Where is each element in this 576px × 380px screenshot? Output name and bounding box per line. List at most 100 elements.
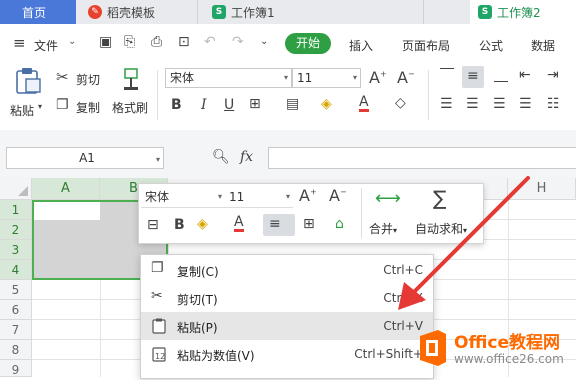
mini-toolbar: 宋体 ▾ 11 ▾ A+ A− ⊟ B ◈ A ≡ ⊞ ⌂ ⟷ 合并▾ ∑ 自动… (138, 183, 484, 244)
row-header-5[interactable]: 5 (0, 280, 32, 300)
row-header-3[interactable]: 3 (0, 240, 32, 260)
tab-docer[interactable]: ✎ 稻壳模板 (80, 0, 198, 24)
context-menu-cut[interactable]: ✂ 剪切(T) Ctrl+X (141, 284, 433, 312)
copy-icon[interactable]: ❐ (56, 97, 69, 113)
tab-start[interactable]: 开始 (285, 33, 331, 54)
align-right-icon[interactable]: ☰ (493, 96, 506, 112)
chevron-down-icon: ▾ (463, 226, 468, 235)
chevron-down-icon[interactable]: ⌄ (68, 36, 76, 47)
tab-workbook1[interactable]: S 工作簿1 (204, 0, 424, 24)
context-menu-copy[interactable]: ❐ 复制(C) Ctrl+C (141, 256, 433, 284)
file-menu[interactable]: 文件 (34, 37, 58, 54)
copy-button[interactable]: 复制 (76, 99, 100, 116)
tab-home[interactable]: 首页 (0, 0, 76, 24)
zoom-icon[interactable]: 🔍︎ (212, 149, 230, 165)
tab-formula[interactable]: 公式 (479, 37, 503, 54)
column-header-a[interactable]: A (32, 178, 100, 200)
cell-style-icon[interactable]: ▤ (286, 96, 299, 112)
mini-borders-icon[interactable]: ⊞ (303, 216, 315, 232)
mini-font-color-button[interactable]: A (234, 215, 244, 232)
row-header-7[interactable]: 7 (0, 320, 32, 340)
font-color-button[interactable]: A (359, 95, 369, 112)
mini-font-color-letter: A (234, 214, 244, 230)
watermark: Office教程网 www.office26.com (414, 322, 576, 377)
underline-button[interactable]: U (224, 97, 234, 113)
formula-input[interactable] (268, 147, 576, 169)
align-center-icon[interactable]: ☰ (466, 96, 479, 112)
paste-button[interactable]: 粘贴 ▾ (8, 66, 46, 124)
cell-format-icon[interactable]: ⊟ (147, 217, 159, 233)
font-size-value: 11 (297, 71, 313, 85)
hamburger-menu-icon[interactable]: ≡ (13, 34, 26, 52)
indent-decrease-icon[interactable]: ⇤ (519, 67, 531, 83)
borders-icon[interactable]: ⊞ (249, 96, 261, 112)
mini-font-name-select[interactable]: 宋体 ▾ (141, 188, 225, 208)
context-menu-label: 粘贴(P) (177, 321, 218, 335)
print-icon[interactable]: ⎙ (151, 34, 162, 50)
spreadsheet-icon: S (478, 5, 492, 19)
print-preview-icon[interactable]: ⊡ (178, 34, 190, 50)
eraser-icon[interactable]: ◇ (395, 95, 406, 111)
distribute-icon[interactable]: ☷ (547, 96, 560, 112)
font-name-select[interactable]: 宋体 ▾ (165, 68, 292, 88)
align-bottom-icon[interactable]: ⎽ (494, 67, 508, 83)
autosum-button[interactable]: 自动求和▾ (415, 220, 467, 237)
increase-font-icon[interactable]: A+ (369, 68, 387, 87)
row-header-8[interactable]: 8 (0, 340, 32, 360)
decrease-font-icon[interactable]: A− (397, 68, 415, 87)
scissors-icon[interactable]: ✂ (56, 68, 69, 86)
mini-align-button[interactable]: ≡ (263, 214, 295, 236)
row-header-6[interactable]: 6 (0, 300, 32, 320)
autosum-icon[interactable]: ∑ (433, 186, 446, 210)
format-painter-button[interactable]: 格式刷 (112, 99, 148, 116)
merge-button[interactable]: 合并▾ (369, 220, 397, 237)
justify-icon[interactable]: ☰ (519, 96, 532, 112)
tab-workbook2-label: 工作簿2 (497, 5, 541, 20)
row-header-4[interactable]: 4 (0, 260, 32, 280)
docer-icon: ✎ (88, 5, 102, 19)
context-menu-paste[interactable]: 粘贴(P) Ctrl+V (141, 312, 433, 340)
row-header-1[interactable]: 1 (0, 200, 32, 220)
name-box[interactable]: A1 ▾ (6, 147, 164, 169)
mini-fill-color-icon[interactable]: ◈ (197, 216, 208, 232)
row-header-9[interactable]: 9 (0, 360, 32, 377)
bold-button[interactable]: B (171, 97, 182, 113)
fill-color-icon[interactable]: ◈ (321, 96, 332, 112)
merge-cells-icon[interactable]: ⟷ (375, 188, 401, 209)
undo-icon[interactable]: ↶ (204, 34, 216, 50)
save-icon[interactable]: ▣ (99, 34, 112, 50)
row-label: 3 (11, 243, 20, 257)
export-icon[interactable]: ⎘ (124, 34, 135, 50)
align-left-icon[interactable]: ☰ (440, 96, 453, 112)
tab-bar: 首页 ✎ 稻壳模板 S 工作簿1 S 工作簿2 (0, 0, 576, 25)
align-middle-button[interactable]: ≡ (462, 66, 484, 88)
font-size-select[interactable]: 11 ▾ (292, 68, 361, 88)
increase-font-icon[interactable]: A+ (299, 186, 317, 205)
context-menu-paste-values[interactable]: 12 粘贴为数值(V) Ctrl+Shift+ (141, 340, 433, 368)
redo-icon[interactable]: ↷ (232, 34, 244, 50)
indent-increase-icon[interactable]: ⇥ (547, 67, 559, 83)
format-painter-icon[interactable] (119, 67, 143, 91)
column-h-label: H (536, 181, 547, 196)
tab-workbook2[interactable]: S 工作簿2 (470, 0, 576, 24)
fx-button[interactable]: fx (240, 149, 253, 165)
tab-data[interactable]: 数据 (531, 37, 555, 54)
active-cell-a1[interactable] (34, 202, 100, 220)
mini-format-painter-icon[interactable]: ⌂ (335, 216, 344, 232)
mini-bold-button[interactable]: B (174, 217, 185, 233)
cut-button[interactable]: 剪切 (76, 71, 100, 88)
italic-button[interactable]: I (201, 97, 207, 113)
mini-font-size-select[interactable]: 11 ▾ (225, 188, 293, 208)
copy-icon: ❐ (151, 260, 164, 276)
tab-insert[interactable]: 插入 (349, 37, 373, 54)
row-header-2[interactable]: 2 (0, 220, 32, 240)
divider (428, 70, 429, 120)
customize-icon[interactable]: ⌄ (260, 36, 268, 47)
row-label: 1 (11, 203, 20, 217)
decrease-font-icon[interactable]: A− (329, 186, 347, 205)
context-menu-shortcut: Ctrl+C (383, 263, 423, 277)
column-header-h[interactable]: H (508, 178, 576, 200)
align-top-icon[interactable]: ⎺ (440, 67, 454, 83)
select-all-corner[interactable] (0, 178, 32, 200)
tab-page-layout[interactable]: 页面布局 (402, 37, 450, 54)
